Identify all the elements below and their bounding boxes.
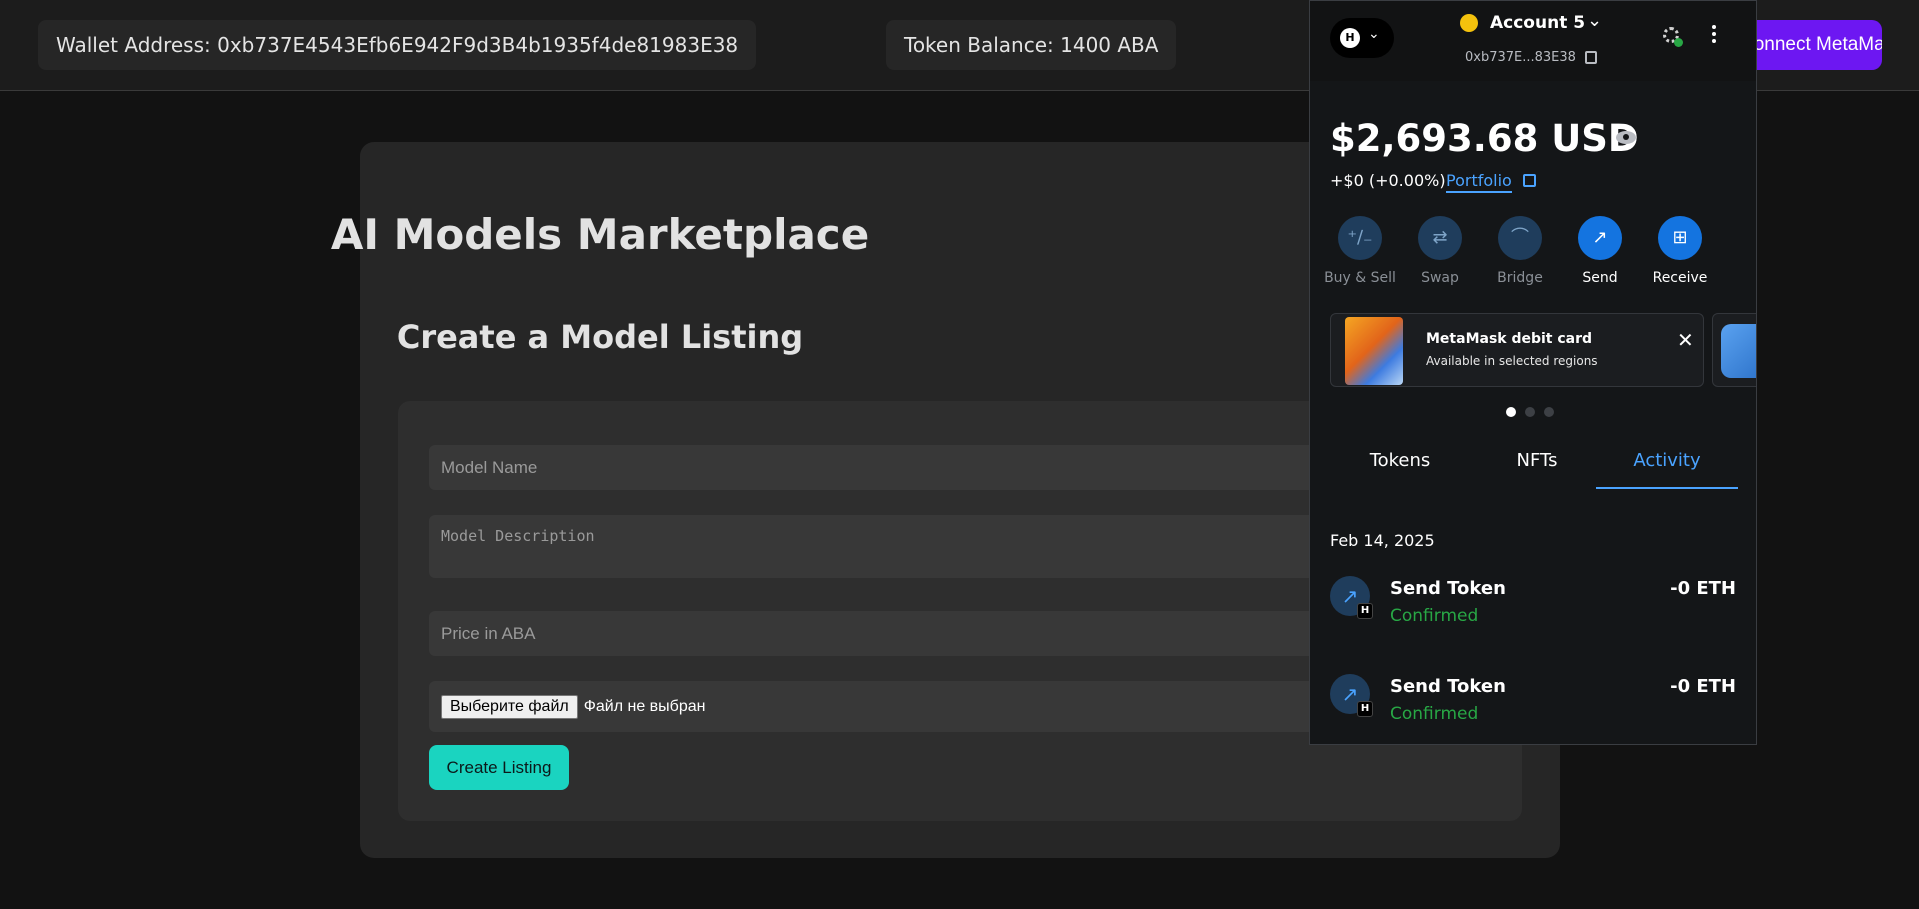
external-link-icon[interactable] bbox=[1523, 174, 1536, 187]
receive-icon: ⊞ bbox=[1658, 216, 1702, 260]
tx-amount: -0 ETH bbox=[1670, 578, 1736, 599]
tab-activity[interactable]: Activity bbox=[1596, 441, 1738, 489]
page-title: AI Models Marketplace bbox=[330, 210, 870, 259]
receive-action[interactable]: ⊞ Receive bbox=[1640, 216, 1720, 286]
bridge-action[interactable]: ⌒ Bridge bbox=[1480, 216, 1560, 286]
action-label: Send bbox=[1582, 270, 1618, 286]
eye-icon[interactable] bbox=[1616, 131, 1636, 144]
chevron-down-icon: ⌄ bbox=[1368, 26, 1380, 42]
promo-title: MetaMask debit card bbox=[1426, 331, 1593, 347]
tx-status: Confirmed bbox=[1390, 606, 1479, 626]
tab-nfts[interactable]: NFTs bbox=[1472, 441, 1602, 489]
tx-title: Send Token bbox=[1390, 578, 1506, 599]
wallet-address-label: Wallet Address: 0xb737E4543Efb6E942F9d3B… bbox=[38, 20, 757, 70]
activity-item[interactable]: ↗ H Send Token Confirmed -0 ETH bbox=[1330, 674, 1736, 734]
total-balance: $2,693.68 USD bbox=[1330, 117, 1639, 160]
next-promo-card[interactable] bbox=[1712, 313, 1756, 387]
network-badge: H bbox=[1357, 603, 1373, 619]
swap-icon: ⇄ bbox=[1418, 216, 1462, 260]
carousel-dots bbox=[1506, 407, 1554, 417]
carousel-dot[interactable] bbox=[1506, 407, 1516, 417]
carousel-dot[interactable] bbox=[1544, 407, 1554, 417]
account-name[interactable]: Account 5 bbox=[1490, 13, 1585, 33]
buy-sell-icon: ⁺∕₋ bbox=[1338, 216, 1382, 260]
tx-title: Send Token bbox=[1390, 676, 1506, 697]
token-balance-label: Token Balance: 1400 ABA bbox=[886, 20, 1177, 70]
debit-card-image bbox=[1345, 317, 1403, 385]
activity-item[interactable]: ↗ H Send Token Confirmed -0 ETH bbox=[1330, 576, 1736, 636]
connected-status-icon bbox=[1674, 38, 1683, 47]
create-listing-button[interactable]: Create Listing bbox=[429, 745, 569, 790]
tx-amount: -0 ETH bbox=[1670, 676, 1736, 697]
account-avatar bbox=[1460, 14, 1478, 32]
balance-change: +$0 (+0.00%) bbox=[1330, 171, 1446, 190]
send-action[interactable]: ↗ Send bbox=[1560, 216, 1640, 286]
copy-icon[interactable] bbox=[1585, 51, 1597, 64]
action-label: Buy & Sell bbox=[1324, 270, 1396, 286]
action-label: Receive bbox=[1652, 270, 1708, 286]
file-status-label: Файл не выбран bbox=[583, 697, 706, 715]
section-title: Create a Model Listing bbox=[396, 318, 804, 356]
send-icon: ↗ bbox=[1578, 216, 1622, 260]
choose-file-button[interactable]: Выберите файл bbox=[441, 694, 578, 719]
action-label: Swap bbox=[1421, 270, 1459, 286]
more-options-icon[interactable] bbox=[1712, 25, 1716, 45]
carousel-dot[interactable] bbox=[1525, 407, 1535, 417]
portfolio-link[interactable]: Portfolio bbox=[1446, 171, 1512, 193]
tx-status: Confirmed bbox=[1390, 704, 1479, 724]
action-label: Bridge bbox=[1497, 270, 1543, 286]
chevron-down-icon[interactable]: ⌄ bbox=[1587, 10, 1602, 31]
network-badge: H bbox=[1357, 701, 1373, 717]
promo-subtitle: Available in selected regions bbox=[1426, 354, 1598, 368]
bridge-icon: ⌒ bbox=[1498, 216, 1542, 260]
metamask-popup: H ⌄ Account 5 ⌄ 0xb737E...83E38 $2,693.6… bbox=[1309, 0, 1757, 745]
network-selector[interactable]: H ⌄ bbox=[1330, 18, 1394, 58]
debit-card-promo[interactable]: MetaMask debit card Available in selecte… bbox=[1330, 313, 1704, 387]
close-icon[interactable]: ✕ bbox=[1677, 328, 1694, 352]
swap-action[interactable]: ⇄ Swap bbox=[1400, 216, 1480, 286]
account-address: 0xb737E...83E38 bbox=[1465, 50, 1576, 65]
activity-date: Feb 14, 2025 bbox=[1330, 531, 1435, 550]
network-avatar: H bbox=[1340, 28, 1360, 48]
buy-sell-action[interactable]: ⁺∕₋ Buy & Sell bbox=[1320, 216, 1400, 286]
metamask-header: H ⌄ Account 5 ⌄ 0xb737E...83E38 bbox=[1310, 1, 1756, 81]
tab-tokens[interactable]: Tokens bbox=[1330, 441, 1470, 489]
